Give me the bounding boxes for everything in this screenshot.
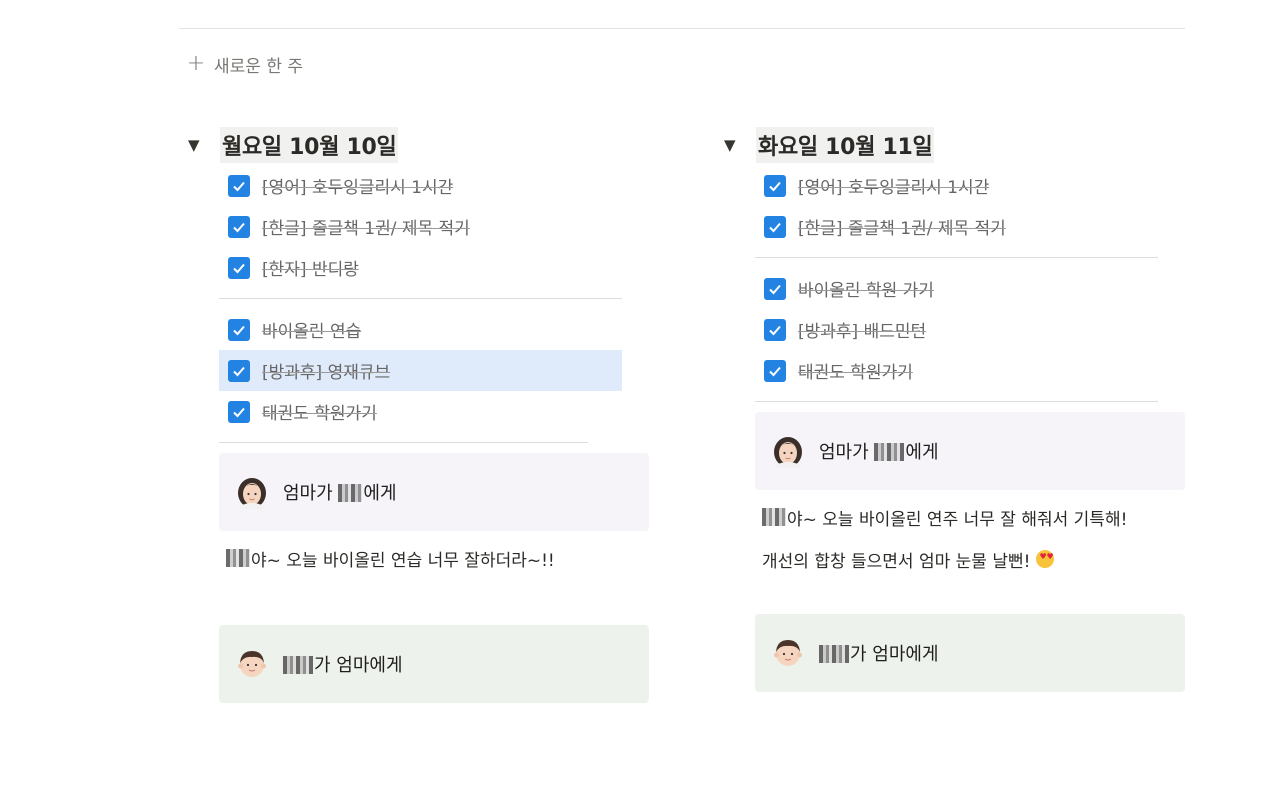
heart-eyes-emoji-icon xyxy=(1036,550,1055,568)
day-heading: ▼ 화요일 10월 11일 xyxy=(724,125,1158,165)
triangle-down-icon[interactable]: ▼ xyxy=(724,136,742,154)
todo-item[interactable]: 바이올린 연습 xyxy=(188,309,622,350)
day-heading: ▼ 월요일 10월 10일 xyxy=(188,125,622,165)
todo-label: [한글] 줄글책 1권/ 제목 적기 xyxy=(262,219,470,239)
redacted-name xyxy=(874,443,905,461)
woman-emoji-icon xyxy=(235,475,269,513)
todo-item[interactable]: [방과후] 배드민턴 xyxy=(724,309,1158,350)
todo-label: 바이올린 연습 xyxy=(262,322,362,342)
redacted-name xyxy=(283,656,313,674)
todo-list: [영어] 호두잉글리시 1시간 [한글] 줄글책 1권/ 제목 적기 [한자] … xyxy=(188,165,622,443)
todo-item[interactable]: [한글] 줄글책 1권/ 제목 적기 xyxy=(188,206,622,247)
redacted-name xyxy=(226,549,250,567)
check-icon[interactable] xyxy=(228,319,250,341)
todo-item[interactable]: 바이올린 학원 가기 xyxy=(724,268,1158,309)
plus-icon: + xyxy=(186,51,206,76)
new-week-button[interactable]: + 새로운 한 주 xyxy=(186,50,303,78)
todo-item[interactable]: 태권도 학원가기 xyxy=(724,350,1158,391)
redacted-name xyxy=(338,484,363,502)
check-icon[interactable] xyxy=(228,216,250,238)
mom-callout[interactable]: 엄마가 에게 xyxy=(755,412,1185,490)
kid-callout-text: 가 엄마에게 xyxy=(283,651,403,677)
todo-item[interactable]: [한자] 반디랑 xyxy=(188,247,622,288)
check-icon[interactable] xyxy=(764,319,786,341)
check-icon[interactable] xyxy=(764,278,786,300)
mom-callout-text: 엄마가 에게 xyxy=(819,442,939,463)
mom-message: 개선의 합창 들으면서 엄마 눈물 날뻔! xyxy=(762,538,1158,580)
todo-label: 바이올린 학원 가기 xyxy=(798,281,934,301)
todo-label: [영어] 호두잉글리시 1시간 xyxy=(262,178,454,198)
new-week-label: 새로운 한 주 xyxy=(214,56,304,77)
check-icon[interactable] xyxy=(228,360,250,382)
todo-item[interactable]: [한글] 줄글책 1권/ 제목 적기 xyxy=(724,206,1158,247)
day-column-tuesday: ▼ 화요일 10월 11일 [영어] 호두잉글리시 1시간 [한글] 줄글책 1… xyxy=(724,125,1185,692)
divider xyxy=(755,401,1158,402)
todo-item[interactable]: 태권도 학원가기 xyxy=(188,391,622,432)
todo-label: [한글] 줄글책 1권/ 제목 적기 xyxy=(798,219,1006,239)
todo-label: 태권도 학원가기 xyxy=(262,404,377,424)
todo-label: [방과후] 배드민턴 xyxy=(798,322,927,342)
check-icon[interactable] xyxy=(764,216,786,238)
triangle-down-icon[interactable]: ▼ xyxy=(188,136,206,154)
boy-emoji-icon xyxy=(235,647,269,681)
todo-item[interactable]: [영어] 호두잉글리시 1시간 xyxy=(724,165,1158,206)
todo-item-selected[interactable]: [방과후] 영재큐브 xyxy=(219,350,622,391)
divider xyxy=(755,257,1158,258)
check-icon[interactable] xyxy=(228,175,250,197)
todo-list: [영어] 호두잉글리시 1시간 [한글] 줄글책 1권/ 제목 적기 바이올린 … xyxy=(724,165,1158,402)
mom-message: 야~ 오늘 바이올린 연습 너무 잘하더라~!! xyxy=(226,537,622,579)
todo-label: [영어] 호두잉글리시 1시간 xyxy=(798,178,990,198)
mom-callout[interactable]: 엄마가 에게 xyxy=(219,453,649,531)
day-title: 월요일 10월 10일 xyxy=(220,127,399,163)
kid-callout[interactable]: 가 엄마에게 xyxy=(219,625,649,703)
mom-message: 야~ 오늘 바이올린 연주 너무 잘 해줘서 기특해! xyxy=(762,496,1158,538)
check-icon[interactable] xyxy=(228,257,250,279)
boy-emoji-icon xyxy=(771,636,805,670)
woman-emoji-icon xyxy=(771,434,805,472)
check-icon[interactable] xyxy=(228,401,250,423)
check-icon[interactable] xyxy=(764,360,786,382)
day-title: 화요일 10월 11일 xyxy=(756,127,935,163)
kid-callout[interactable]: 가 엄마에게 xyxy=(755,614,1185,692)
top-divider xyxy=(179,28,1185,29)
divider xyxy=(219,442,588,443)
todo-item[interactable]: [영어] 호두잉글리시 1시간 xyxy=(188,165,622,206)
check-icon[interactable] xyxy=(764,175,786,197)
divider xyxy=(219,298,622,299)
mom-callout-text: 엄마가 에게 xyxy=(283,483,397,504)
todo-label: [한자] 반디랑 xyxy=(262,260,359,280)
todo-label: 태권도 학원가기 xyxy=(798,363,913,383)
redacted-name xyxy=(762,508,786,526)
redacted-name xyxy=(819,645,849,663)
todo-label: [방과후] 영재큐브 xyxy=(262,363,391,383)
kid-callout-text: 가 엄마에게 xyxy=(819,640,939,666)
day-column-monday: ▼ 월요일 10월 10일 [영어] 호두잉글리시 1시간 [한글] 줄글책 1… xyxy=(188,125,649,703)
